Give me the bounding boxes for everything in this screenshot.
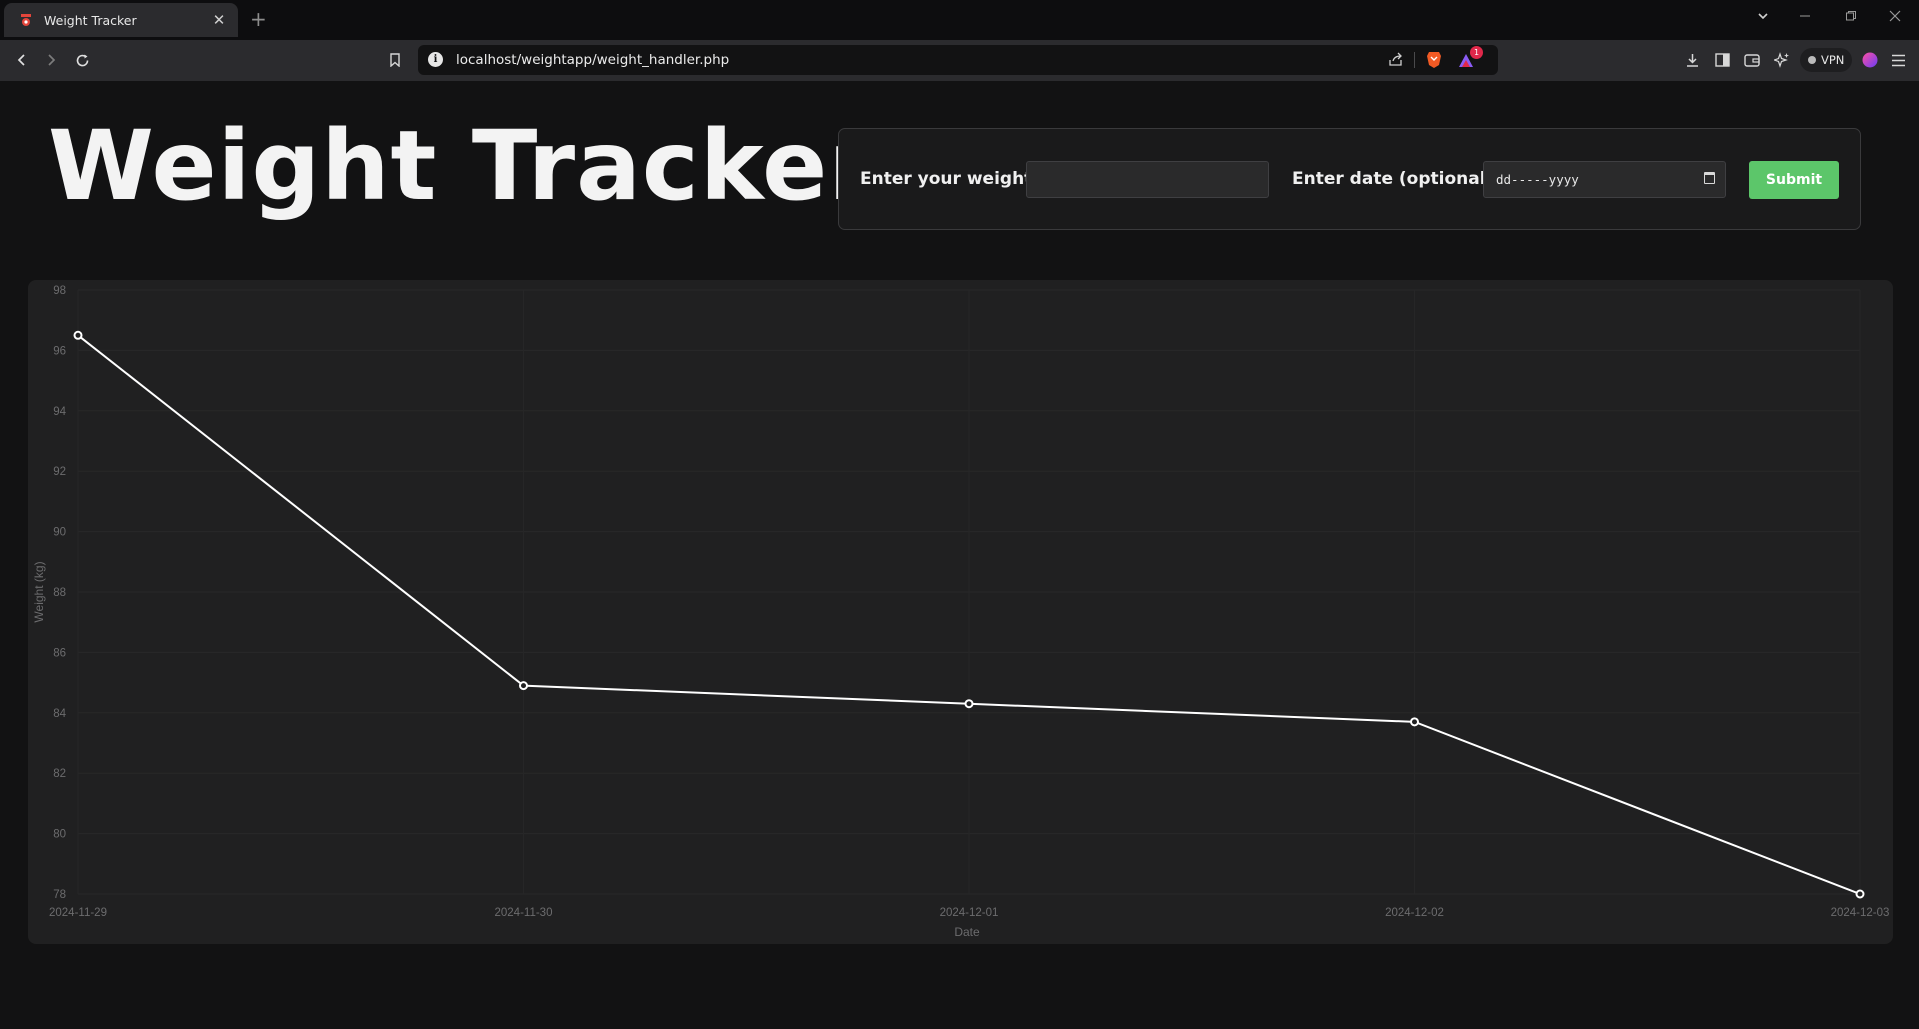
info-icon[interactable]: i [428,52,443,67]
x-tick-label: 2024-12-03 [1831,907,1890,919]
vpn-icon [1808,56,1816,64]
y-tick-label: 96 [53,345,66,357]
y-tick-label: 78 [53,889,66,901]
weight-input[interactable] [1026,161,1269,198]
share-icon[interactable] [1388,52,1404,71]
leo-icon[interactable] [1770,49,1794,71]
x-tick-label: 2024-11-29 [49,907,107,919]
url-divider [1414,52,1415,68]
profile-icon[interactable] [1858,49,1882,71]
y-tick-label: 86 [53,647,66,659]
browser-toolbar: i localhost/weightapp/weight_handler.php… [0,40,1919,81]
wallet-icon[interactable] [1740,49,1764,71]
x-tick-label: 2024-12-02 [1385,907,1444,919]
calendar-icon[interactable] [1704,172,1715,184]
vpn-button[interactable]: VPN [1800,48,1853,72]
data-point [73,330,83,340]
y-tick-label: 92 [53,466,66,478]
y-tick-label: 88 [53,587,66,599]
tab-close-icon[interactable]: ✕ [210,11,228,29]
y-tick-label: 90 [53,527,66,539]
bookmark-icon[interactable] [383,49,407,71]
tab-bar: Weight Tracker ✕ + [0,0,1919,40]
forward-icon[interactable] [39,49,63,71]
notification-badge: 1 [1470,46,1483,59]
sidebar-icon[interactable] [1710,49,1734,71]
favicon-icon [18,12,34,28]
data-point [519,681,528,691]
tab-list-icon[interactable] [1757,10,1769,26]
menu-icon[interactable] [1886,49,1910,71]
download-icon[interactable] [1680,49,1704,71]
y-tick-label: 84 [53,708,66,720]
weight-label: Enter your weight: [860,169,1040,189]
reload-icon[interactable] [70,49,94,71]
data-point [1410,717,1419,727]
brave-shield-icon[interactable] [1426,51,1442,73]
y-axis-title: Weight (kg) [32,561,46,622]
browser-tab[interactable]: Weight Tracker ✕ [4,3,238,37]
y-tick-label: 82 [53,768,66,780]
chart-svg: 98 96 94 92 90 88 86 84 82 80 78 2024-11-29 2024-11-… [32,285,1890,939]
y-tick-label: 98 [53,285,66,297]
y-tick-label: 80 [53,829,66,841]
vpn-label: VPN [1821,53,1845,67]
tab-title: Weight Tracker [44,12,137,28]
weight-form: Enter your weight: Enter date (optional)… [838,128,1861,230]
data-point [964,699,974,709]
date-placeholder: dd-----yyyy [1496,172,1579,187]
close-icon[interactable] [1889,10,1901,26]
back-icon[interactable] [10,49,34,71]
date-input[interactable]: dd-----yyyy [1483,161,1726,198]
url-text[interactable]: localhost/weightapp/weight_handler.php [456,52,729,68]
date-label: Enter date (optional): [1292,169,1501,189]
x-tick-label: 2024-11-30 [495,907,553,919]
new-tab-button[interactable]: + [250,7,267,31]
minimize-icon[interactable] [1799,10,1811,26]
weight-chart: 98 96 94 92 90 88 86 84 82 80 78 2024-11-29 2024-11-… [28,280,1893,944]
x-tick-label: 2024-12-01 [940,907,999,919]
y-tick-label: 94 [53,406,66,418]
page-title: Weight Tracker [48,110,877,222]
submit-button[interactable]: Submit [1749,161,1839,199]
data-point [1855,889,1865,899]
x-axis-title: Date [954,925,980,939]
address-bar[interactable]: i localhost/weightapp/weight_handler.php… [418,45,1498,75]
restore-icon[interactable] [1845,10,1857,26]
